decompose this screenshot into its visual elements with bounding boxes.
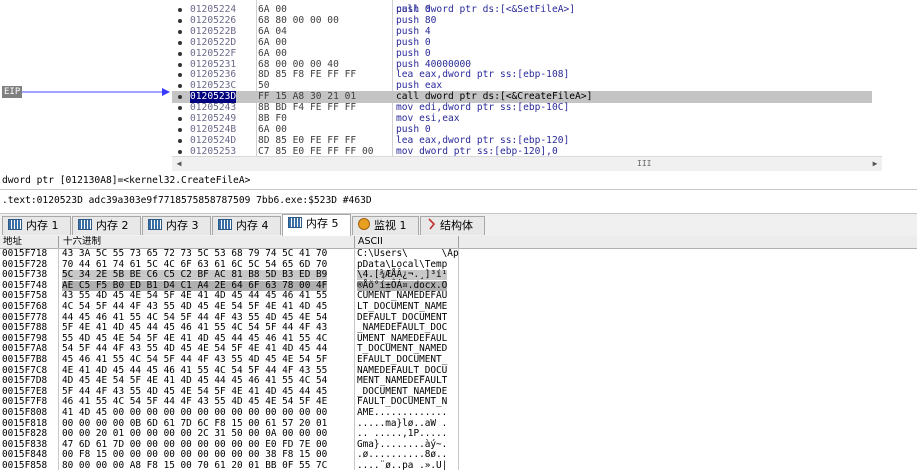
dump-hex-bytes: 45 46 41 55 4C 54 5F 44 4F 43 55 4D 45 4… [62,354,328,365]
tab-label: 监视 1 [374,219,407,232]
dump-address: 0015F788 [2,322,48,334]
dump-address: 0015F828 [2,428,48,440]
dump-ascii: .. .....,1P..... [357,428,448,440]
tab-memory-4[interactable]: 内存 4 [212,216,281,235]
eip-label: EIP [2,86,23,98]
breakpoint-dot-icon[interactable] [178,29,182,34]
dump-address: 0015F7D8 [2,375,48,387]
breakpoint-dot-icon[interactable] [178,84,182,89]
dump-hex-bytes: 41 4D 45 00 00 00 00 00 00 00 00 00 00 0… [62,407,328,418]
info-divider [0,189,917,190]
dump-ascii: ....¨ø..pa .».U| [357,460,448,470]
dump-address: 0015F718 [2,248,48,259]
scroll-grip-icon[interactable]: III [637,159,651,168]
dump-row[interactable]: 0015F718 43 3A 5C 55 73 65 72 73 5C 53 68… [0,248,917,259]
dump-address: 0015F738 [2,269,48,281]
header-divider [58,236,59,248]
dump-ascii: \4.[¾ÆÅÂ¿¬.¸]³í¹ [357,269,448,281]
dump-ascii: C:\Users\ \Ap [357,248,459,259]
watch-icon [358,218,370,230]
tab-struct[interactable]: 结构体 [420,216,485,235]
header-divider [458,236,459,248]
header-divider [354,236,355,248]
tab-memory-5[interactable]: 内存 5 [282,214,351,236]
hex-dump-pane[interactable]: 地址 十六进制 ASCII 0015F718 43 3A 5C 55 73 65 … [0,236,917,470]
memory-icon [78,219,92,230]
dump-address: 0015F858 [2,460,48,470]
breakpoint-dot-icon[interactable] [178,149,182,154]
tab-label: 内存 2 [96,219,129,232]
dump-ascii: AME............. [357,407,448,418]
breakpoint-dot-icon[interactable] [178,62,182,67]
info-operand-line: dword ptr [012130A8]=<kernel32.CreateFil… [2,175,251,186]
breakpoint-dot-icon[interactable] [178,40,182,45]
memory-icon [288,217,302,228]
dump-row[interactable]: 0015F808 41 4D 45 00 00 00 00 00 00 00 00… [0,407,917,418]
tab-label: 内存 4 [236,219,269,232]
disassembly-pane[interactable]: EIP call dword ptr ds:[<&SetFileA>] 0120… [0,0,917,171]
breakpoint-dot-icon[interactable] [178,127,182,132]
tab-memory-1[interactable]: 内存 1 [2,216,71,235]
tab-label: 内存 3 [166,219,199,232]
dump-tab-bar: 内存 1 内存 2 内存 3 内存 4 内存 5 监视 1 结构体 [0,213,917,237]
dump-address: 0015F7B8 [2,354,48,365]
disassembly-lines[interactable]: call dword ptr ds:[<&SetFileA>] 01205224… [172,0,872,157]
tab-label: 内存 5 [306,217,339,230]
dump-hex-bytes: 00 00 20 01 00 00 00 00 2C 31 50 00 0A 0… [62,428,328,440]
dump-ascii: EFAULT_DOCUMENT_ [357,354,448,365]
memory-icon [8,219,22,230]
memory-icon [148,219,162,230]
dump-row[interactable]: 0015F828 00 00 20 01 00 00 00 00 2C 31 50… [0,428,917,440]
header-hex[interactable]: 十六进制 [63,236,101,248]
dump-ascii: _NAMEDEFAULT_DOC [357,322,448,334]
breakpoint-dot-icon[interactable] [178,8,182,12]
breakpoint-dot-icon[interactable] [178,18,182,23]
dump-row[interactable]: 0015F858 80 00 00 00 A8 F8 15 00 70 61 20… [0,460,917,470]
eip-arrow-icon [22,88,170,96]
tab-label: 内存 1 [26,219,59,232]
breakpoint-dot-icon[interactable] [178,138,182,143]
tab-memory-2[interactable]: 内存 2 [72,216,141,235]
dump-row[interactable]: 0015F788 5F 4E 41 4D 45 44 45 46 41 55 4C… [0,322,917,334]
jump-gutter: EIP [0,0,172,171]
breakpoint-dot-icon[interactable] [178,95,182,100]
breakpoint-dot-icon[interactable] [178,73,182,78]
dump-hex-bytes: 43 3A 5C 55 73 65 72 73 5C 53 68 79 74 5… [62,248,328,259]
dump-row[interactable]: 0015F7B8 45 46 41 55 4C 54 5F 44 4F 43 55… [0,354,917,365]
dump-hex-bytes: 5C 34 2E 5B BE C6 C5 C2 BF AC 81 B8 5D B… [62,269,328,281]
dump-hex-bytes: 5F 4E 41 4D 45 44 45 46 41 55 4C 54 5F 4… [62,322,328,334]
tab-memory-3[interactable]: 内存 3 [142,216,211,235]
tab-label: 结构体 [440,219,473,232]
breakpoint-dot-icon[interactable] [178,51,182,56]
horizontal-scrollbar[interactable]: ◀ III ▶ [172,156,882,171]
dump-row[interactable]: 0015F738 5C 34 2E 5B BE C6 C5 C2 BF AC 81… [0,269,917,281]
breakpoint-dot-icon[interactable] [178,106,182,111]
dump-hex-bytes: 4D 45 4E 54 5F 4E 41 4D 45 44 45 46 41 5… [62,375,328,387]
struct-icon [426,218,436,230]
dump-ascii: LT_DOCUMENT_NAME [357,301,448,312]
dump-ascii: MENT_NAMEDEFAULT [357,375,448,387]
dump-address: 0015F768 [2,301,48,312]
memory-icon [218,219,232,230]
tab-watch-1[interactable]: 监视 1 [352,216,419,235]
scroll-left-icon[interactable]: ◀ [172,157,186,171]
dump-row[interactable]: 0015F768 4C 54 5F 44 4F 43 55 4D 45 4E 54… [0,301,917,312]
dump-address: 0015F808 [2,407,48,418]
dump-hex-bytes: 4C 54 5F 44 4F 43 55 4D 45 4E 54 5F 4E 4… [62,301,328,312]
dump-hex-bytes: 80 00 00 00 A8 F8 15 00 70 61 20 01 BB 0… [62,460,328,470]
header-address[interactable]: 地址 [3,236,22,248]
header-ascii[interactable]: ASCII [358,236,383,248]
dump-row[interactable]: 0015F7D8 4D 45 4E 54 5F 4E 41 4D 45 44 45… [0,375,917,387]
breakpoint-dot-icon[interactable] [178,117,182,121]
info-location-line: .text:0120523D adc39a303e9f7718575858787… [2,195,372,206]
scroll-right-icon[interactable]: ▶ [868,157,882,171]
